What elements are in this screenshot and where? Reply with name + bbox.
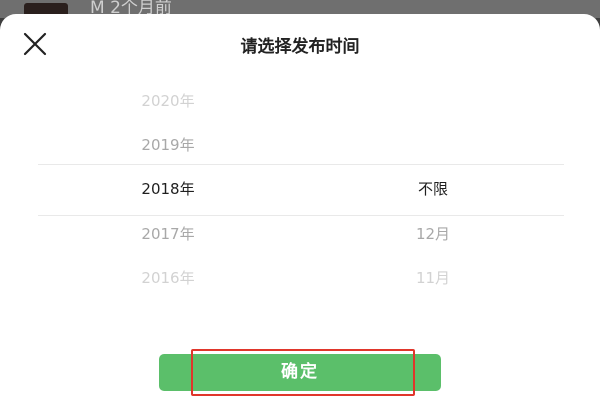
year-option-selected[interactable]: 2018年 [88,174,248,204]
year-option[interactable]: 2017年 [88,219,248,249]
year-option[interactable]: 2016年 [88,263,248,293]
dialog-title: 请选择发布时间 [240,37,360,57]
confirm-button[interactable]: 确定 [159,354,441,391]
year-picker-column[interactable]: 2020年 2019年 2018年 2017年 2016年 [88,78,248,308]
year-option[interactable]: 2020年 [88,86,248,116]
month-option[interactable]: 12月 [368,219,498,249]
month-option-selected[interactable]: 不限 [368,174,498,204]
date-picker: 2020年 2019年 2018年 2017年 2016年 不限 12月 11月 [38,78,564,308]
month-option[interactable]: 11月 [368,263,498,293]
month-picker-column[interactable]: 不限 12月 11月 [368,78,498,308]
year-option[interactable]: 2019年 [88,130,248,160]
time-picker-sheet: 请选择发布时间 2020年 2019年 2018年 2017年 2016年 不限… [0,14,600,420]
